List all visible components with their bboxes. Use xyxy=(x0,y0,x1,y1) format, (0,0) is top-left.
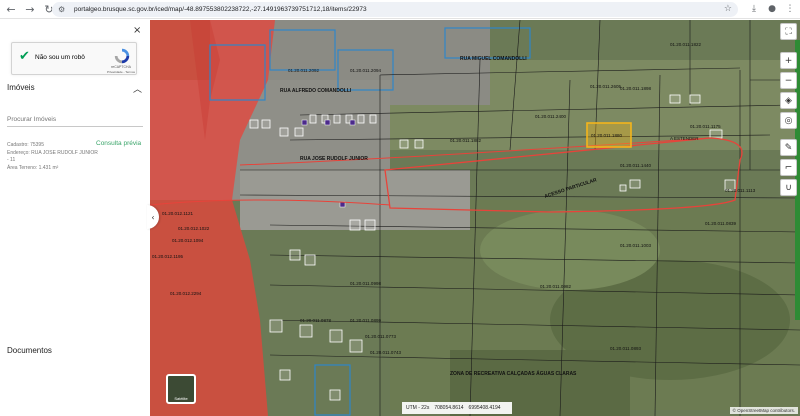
parcel-label: 01.20.011.2094 xyxy=(350,68,381,73)
recaptcha-widget: ✔ Não sou um robô reCAPTCHA Privacidade … xyxy=(11,42,137,75)
street-label-zona: ZONA DE RECREATIVA CALÇADAS ÁGUAS CLARAS xyxy=(450,370,577,377)
parcel-label: 01.20.012.2294 xyxy=(170,291,202,296)
magnet-icon[interactable]: ∪ xyxy=(780,179,797,196)
recaptcha-label: Não sou um robô xyxy=(35,54,85,61)
parcel-label: 01.20.011.0773 xyxy=(365,334,396,339)
map-canvas[interactable]: RUA JOSE RUDOLF JUNIOR RUA ALFREDO COMAN… xyxy=(150,20,800,416)
recaptcha-terms[interactable]: Privacidade - Termos xyxy=(104,70,138,74)
layers-icon[interactable]: ◈ xyxy=(780,92,797,109)
parcel-label: 01.20.012.1195 xyxy=(152,254,183,259)
parcel-label: 01.20.011.2092 xyxy=(288,68,319,73)
street-label-alfredo: RUA ALFREDO COMANDOLLI xyxy=(280,88,352,94)
utm-coordinate-readout: UTM - 22s 708054.8614 6995408.4194 xyxy=(402,402,512,414)
endereco-text: Endereço: RUA JOSE RUDOLF JUNIOR xyxy=(7,150,98,156)
imoveis-title: Imóveis xyxy=(7,83,35,92)
utm-x: 708054.8614 xyxy=(434,405,464,411)
cadastro-text: Cadastro: 75395 xyxy=(7,142,44,148)
parcel-label: 01.20.012.1094 xyxy=(172,238,204,243)
parcel-label: 01.20.011.1440 xyxy=(620,163,651,168)
parcel-label: 01.20.011.0878 xyxy=(300,318,331,323)
zoom-out-icon[interactable]: − xyxy=(780,72,797,89)
browser-toolbar: ← → ↻ ⚙ portalgeo.brusque.sc.gov.br/iced… xyxy=(0,0,800,19)
parcel-label: 01.20.011.1175 xyxy=(690,124,721,129)
parcel-label: 01.20.011.0743 xyxy=(370,350,401,355)
search-input[interactable] xyxy=(7,113,143,127)
parcel-label: 01.20.012.1121 xyxy=(162,211,193,216)
sidebar-panel: × ✔ Não sou um robô reCAPTCHA Privacidad… xyxy=(0,20,150,416)
satellite-label: Satélite xyxy=(174,396,188,401)
address-bar[interactable]: ⚙ portalgeo.brusque.sc.gov.br/iced/map/-… xyxy=(52,2,738,17)
numero-text: - 11 xyxy=(7,157,16,163)
parcel-label: 01.20.012.1022 xyxy=(178,226,210,231)
street-label-jose-rudolf: RUA JOSE RUDOLF JUNIOR xyxy=(300,156,368,162)
parcel-label: 01.20.011.1822 xyxy=(670,42,701,47)
utm-label: UTM - 22s xyxy=(406,405,430,411)
bookmark-star-icon[interactable]: ☆ xyxy=(724,4,732,14)
street-label-miguel: RUA MIGUEL COMANDOLLI xyxy=(460,56,527,62)
recaptcha-brand: reCAPTCHA xyxy=(111,65,131,69)
parcel-label: 01.20.011.2605 xyxy=(590,84,621,89)
parcel-label: 01.20.011.1882 xyxy=(450,138,481,143)
parcel-label: 01.20.011.1113 xyxy=(725,188,756,193)
chevron-up-icon[interactable]: ︿ xyxy=(133,82,142,95)
zoom-in-icon[interactable]: + xyxy=(780,52,797,69)
back-icon[interactable]: ← xyxy=(3,1,19,17)
parcel-label: 01.20.011.0998 xyxy=(350,281,381,286)
extra-parcel-label: A ESTENDER xyxy=(670,136,699,141)
documentos-title: Documentos xyxy=(7,346,52,355)
selected-parcel-label: 01.20.011.1880 xyxy=(591,133,622,138)
measure-icon[interactable]: ⌐ xyxy=(780,159,797,176)
parcel-label: 01.20.011.0982 xyxy=(540,284,571,289)
recaptcha-logo-icon xyxy=(114,48,130,64)
checkmark-icon[interactable]: ✔ xyxy=(19,50,30,64)
download-icon[interactable]: ⤓ xyxy=(748,2,760,16)
chevron-left-icon: ‹ xyxy=(151,212,155,222)
utm-y: 6995408.4194 xyxy=(468,405,501,411)
parcel-label: 01.20.011.0899 xyxy=(350,318,381,323)
map-attribution[interactable]: © OpenStreetMap contributors. xyxy=(729,407,798,414)
pencil-icon[interactable]: ✎ xyxy=(780,139,797,156)
consulta-previa-link[interactable]: Consulta prévia xyxy=(96,140,141,147)
map-toolbar: ⛶ + − ◈ ◎ ✎ ⌐ ∪ xyxy=(777,20,800,196)
parcel-label: 01.20.011.0893 xyxy=(610,346,641,351)
fullscreen-icon[interactable]: ⛶ xyxy=(780,23,797,40)
satellite-layer-toggle[interactable]: Satélite xyxy=(166,374,196,404)
area-text: Área Terreno: 1.431 m² xyxy=(7,165,59,171)
parcel-label: 01.20.011.1003 xyxy=(620,243,651,248)
forward-icon[interactable]: → xyxy=(22,1,38,17)
close-icon[interactable]: × xyxy=(133,25,141,36)
url-text[interactable]: portalgeo.brusque.sc.gov.br/iced/map/-48… xyxy=(74,6,367,13)
parcel-label: 01.20.011.0839 xyxy=(705,221,736,226)
map-imagery: RUA JOSE RUDOLF JUNIOR RUA ALFREDO COMAN… xyxy=(150,20,800,416)
menu-kebab-icon[interactable]: ⋮ xyxy=(784,2,796,16)
locate-icon[interactable]: ◎ xyxy=(780,112,797,129)
parcel-label: 01.20.011.2400 xyxy=(535,114,566,119)
site-info-icon[interactable]: ⚙ xyxy=(58,5,68,15)
profile-icon[interactable]: ● xyxy=(766,2,778,16)
parcel-label: 01.20.011.1898 xyxy=(620,86,651,91)
